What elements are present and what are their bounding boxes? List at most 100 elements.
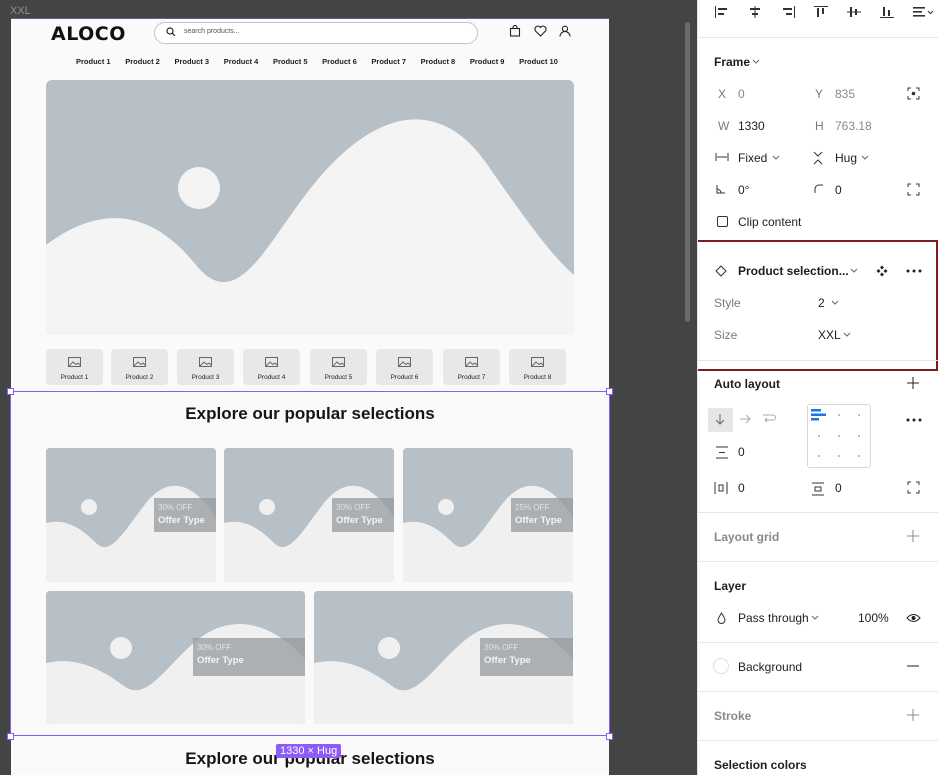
chevron-down-icon[interactable] bbox=[831, 300, 839, 306]
x-input[interactable]: 0 bbox=[738, 87, 745, 101]
frame-section-title[interactable]: Frame bbox=[714, 55, 750, 69]
background-label: Background bbox=[738, 660, 803, 674]
nav-item[interactable]: Product 2 bbox=[125, 57, 160, 66]
product-nav: Product 1 Product 2 Product 3 Product 4 … bbox=[76, 57, 558, 66]
clip-content-checkbox[interactable] bbox=[717, 216, 728, 227]
rotation-input[interactable]: 0° bbox=[738, 183, 749, 197]
wrap-icon[interactable] bbox=[762, 413, 776, 425]
align-top-icon[interactable] bbox=[813, 5, 829, 19]
resize-handle-bottom-right[interactable] bbox=[606, 733, 613, 740]
divider bbox=[698, 561, 938, 562]
chevron-down-icon[interactable] bbox=[772, 155, 780, 161]
plus-icon[interactable] bbox=[907, 530, 919, 542]
align-right-icon[interactable] bbox=[780, 5, 796, 19]
chevron-down-icon[interactable] bbox=[850, 268, 858, 274]
component-name[interactable]: Product selection... bbox=[738, 264, 849, 278]
nav-item[interactable]: Product 4 bbox=[224, 57, 259, 66]
height-mode-select[interactable]: Hug bbox=[835, 151, 857, 165]
nav-item[interactable]: Product 1 bbox=[76, 57, 111, 66]
minus-icon[interactable] bbox=[907, 665, 919, 667]
layout-grid-title: Layout grid bbox=[714, 530, 780, 544]
plus-icon[interactable] bbox=[907, 709, 919, 721]
radius-input[interactable]: 0 bbox=[835, 183, 842, 197]
resize-handle-bottom-left[interactable] bbox=[7, 733, 14, 740]
w-input[interactable]: 1330 bbox=[738, 119, 765, 133]
thumbnail-card[interactable]: Product 4 bbox=[243, 349, 300, 385]
x-label: X bbox=[718, 87, 727, 101]
direction-vertical-button[interactable] bbox=[708, 408, 733, 432]
arrow-down-icon bbox=[715, 414, 725, 425]
thumbnail-label: Product 3 bbox=[191, 374, 220, 381]
thumbnail-label: Product 8 bbox=[523, 374, 552, 381]
align-center-h-icon[interactable] bbox=[747, 5, 763, 19]
individual-padding-icon[interactable] bbox=[907, 481, 920, 494]
go-to-main-component-icon[interactable] bbox=[876, 265, 888, 277]
thumbnail-card[interactable]: Product 3 bbox=[177, 349, 234, 385]
hero-image-placeholder[interactable] bbox=[46, 80, 574, 335]
align-left-icon[interactable] bbox=[714, 5, 730, 19]
site-logo[interactable]: ALOCO bbox=[51, 23, 126, 45]
independent-corners-icon[interactable] bbox=[907, 183, 920, 196]
eye-icon[interactable] bbox=[906, 613, 921, 623]
w-label: W bbox=[718, 119, 730, 133]
search-placeholder: search products... bbox=[184, 28, 240, 35]
distribute-icon[interactable] bbox=[912, 5, 934, 19]
nav-item[interactable]: Product 10 bbox=[519, 57, 558, 66]
opacity-input[interactable]: 100% bbox=[858, 611, 889, 625]
heart-icon[interactable] bbox=[534, 25, 547, 37]
gap-input[interactable]: 0 bbox=[738, 445, 745, 459]
thumbnail-label: Product 2 bbox=[125, 374, 154, 381]
more-options-icon[interactable] bbox=[906, 418, 922, 422]
background-swatch[interactable] bbox=[713, 658, 729, 674]
shopping-bag-icon[interactable] bbox=[509, 25, 521, 37]
vertical-hug-icon bbox=[813, 151, 823, 165]
design-canvas[interactable]: XXL ALOCO search products... Product 1 P… bbox=[0, 0, 697, 775]
nav-item[interactable]: Product 5 bbox=[273, 57, 308, 66]
search-icon bbox=[166, 27, 176, 37]
nav-item[interactable]: Product 9 bbox=[470, 57, 505, 66]
align-center-v-icon[interactable] bbox=[846, 5, 862, 19]
alignment-grid[interactable] bbox=[807, 404, 871, 468]
align-bottom-icon[interactable] bbox=[879, 5, 895, 19]
style-select[interactable]: 2 bbox=[818, 296, 825, 310]
thumbnail-card[interactable]: Product 7 bbox=[443, 349, 500, 385]
nav-item[interactable]: Product 6 bbox=[322, 57, 357, 66]
size-badge: 1330 × Hug bbox=[276, 744, 342, 758]
thumbnail-card[interactable]: Product 1 bbox=[46, 349, 103, 385]
thumbnail-row: Product 1 Product 2 Product 3 Product 4 … bbox=[46, 349, 567, 385]
user-icon[interactable] bbox=[559, 25, 571, 37]
nav-item[interactable]: Product 7 bbox=[371, 57, 406, 66]
thumbnail-card[interactable]: Product 8 bbox=[509, 349, 566, 385]
thumbnail-card[interactable]: Product 6 bbox=[376, 349, 433, 385]
horizontal-padding-input[interactable]: 0 bbox=[738, 481, 745, 495]
site-search-input[interactable]: search products... bbox=[154, 22, 478, 44]
resize-handle-top-right[interactable] bbox=[606, 388, 613, 395]
thumbnail-label: Product 1 bbox=[60, 374, 89, 381]
image-icon bbox=[332, 357, 345, 367]
size-select[interactable]: XXL bbox=[818, 328, 841, 342]
chevron-down-icon[interactable] bbox=[752, 59, 760, 65]
canvas-scrollbar[interactable] bbox=[685, 22, 690, 322]
selection-box[interactable] bbox=[10, 391, 610, 736]
h-input[interactable]: 763.18 bbox=[835, 119, 872, 133]
y-input[interactable]: 835 bbox=[835, 87, 855, 101]
chevron-down-icon[interactable] bbox=[861, 155, 869, 161]
stroke-title: Stroke bbox=[714, 709, 752, 723]
chevron-down-icon[interactable] bbox=[843, 332, 851, 338]
nav-item[interactable]: Product 3 bbox=[174, 57, 209, 66]
thumbnail-label: Product 5 bbox=[324, 374, 353, 381]
width-mode-select[interactable]: Fixed bbox=[738, 151, 767, 165]
resize-handle-top-left[interactable] bbox=[7, 388, 14, 395]
chevron-down-icon[interactable] bbox=[811, 615, 819, 621]
thumbnail-card[interactable]: Product 5 bbox=[310, 349, 367, 385]
horizontal-resize-icon bbox=[715, 153, 729, 161]
absolute-position-icon[interactable] bbox=[907, 87, 920, 100]
plus-icon[interactable] bbox=[907, 377, 919, 389]
frame-label[interactable]: XXL bbox=[10, 5, 31, 17]
nav-item[interactable]: Product 8 bbox=[421, 57, 456, 66]
vertical-padding-input[interactable]: 0 bbox=[835, 481, 842, 495]
more-options-icon[interactable] bbox=[906, 269, 922, 273]
thumbnail-card[interactable]: Product 2 bbox=[111, 349, 168, 385]
arrow-right-icon[interactable] bbox=[739, 414, 752, 424]
blend-mode-select[interactable]: Pass through bbox=[738, 611, 809, 625]
